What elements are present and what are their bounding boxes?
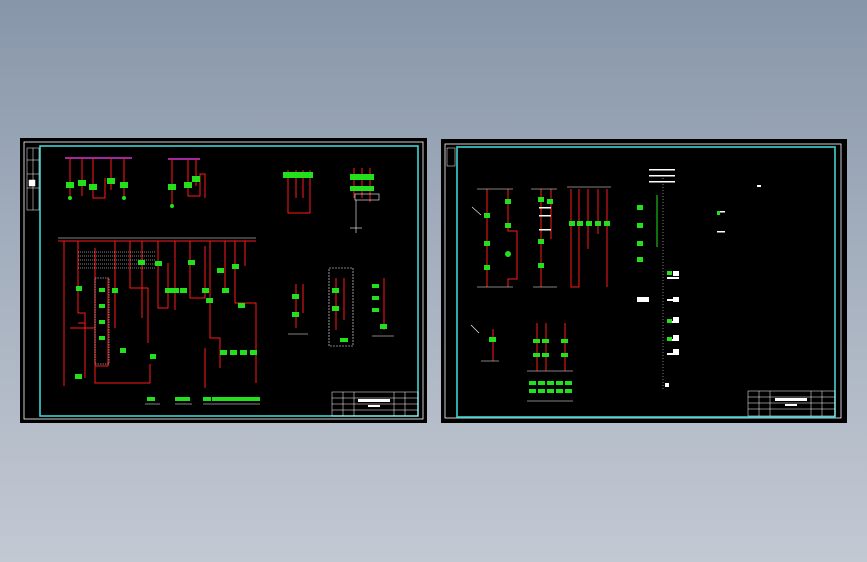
- circuit-column-1: [471, 186, 611, 288]
- circuit-column-2: [470, 324, 499, 362]
- control-circuit-main: [58, 237, 260, 405]
- sub-circuit-top-right: [283, 168, 380, 233]
- terminal-column: [637, 169, 761, 391]
- cad-preview-viewport[interactable]: [0, 0, 867, 562]
- sheet-2-drawing: [444, 143, 842, 419]
- revision-strip: [26, 147, 40, 211]
- sheet-border: [444, 143, 842, 419]
- revision-strip: [446, 147, 456, 167]
- sub-circuit-right: [288, 267, 394, 347]
- sheet-1-drawing: [23, 141, 424, 420]
- title-block: [331, 391, 419, 417]
- contactor-grid: [527, 323, 573, 402]
- drawing-sheet-2[interactable]: [441, 139, 847, 423]
- bus-group-1: [65, 157, 206, 208]
- drawing-sheet-1[interactable]: [20, 138, 427, 423]
- load-row: [147, 397, 260, 401]
- sheet-frame: [456, 146, 836, 418]
- title-block: [747, 390, 836, 417]
